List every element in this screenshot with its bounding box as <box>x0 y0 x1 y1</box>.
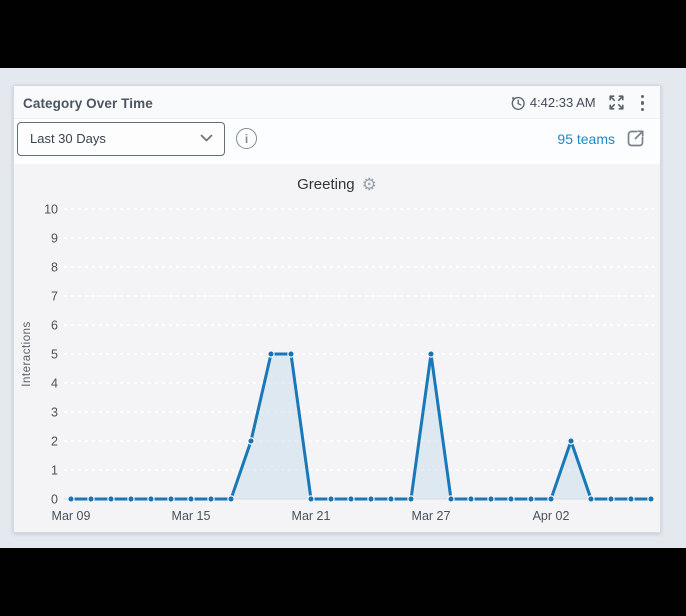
svg-text:7: 7 <box>51 289 58 303</box>
svg-text:Mar 21: Mar 21 <box>292 509 331 523</box>
svg-text:3: 3 <box>51 405 58 419</box>
svg-text:8: 8 <box>51 260 58 274</box>
date-range-select[interactable]: Last 30 Days <box>17 122 225 156</box>
svg-text:Mar 27: Mar 27 <box>412 509 451 523</box>
svg-text:10: 10 <box>44 202 58 216</box>
expand-icon <box>607 93 626 112</box>
svg-text:Apr 02: Apr 02 <box>533 509 570 523</box>
info-icon: i <box>245 133 248 145</box>
expand-button[interactable] <box>607 93 626 112</box>
chart-title: Greeting <box>297 176 355 193</box>
kebab-menu-icon <box>641 95 644 98</box>
category-over-time-panel: Category Over Time 4:42:33 AM <box>13 85 661 533</box>
last-updated-time: 4:42:33 AM <box>530 95 596 110</box>
info-button[interactable]: i <box>236 128 257 149</box>
panel-header: Category Over Time 4:42:33 AM <box>14 86 660 119</box>
chart-region: Greeting ⚙ 0 1 2 3 4 5 6 7 8 9 10 Interactions Mar 0… <box>14 164 660 532</box>
svg-text:9: 9 <box>51 231 58 245</box>
svg-text:1: 1 <box>51 463 58 477</box>
svg-text:Interactions: Interactions <box>21 321 33 386</box>
last-updated-group: 4:42:33 AM <box>510 95 596 111</box>
app-screen: Category Over Time 4:42:33 AM <box>0 0 686 616</box>
svg-text:5: 5 <box>51 347 58 361</box>
open-external-button[interactable] <box>624 127 647 150</box>
gear-icon[interactable]: ⚙ <box>362 176 377 193</box>
svg-text:Mar 09: Mar 09 <box>52 509 91 523</box>
svg-text:6: 6 <box>51 318 58 332</box>
category-line-chart: 0 1 2 3 4 5 6 7 8 9 10 Interactions Mar 09 Mar 15 Mar … <box>14 164 660 532</box>
chevron-down-icon <box>200 134 213 143</box>
bottom-black-bar <box>0 548 686 616</box>
teams-link[interactable]: 95 teams <box>557 131 615 147</box>
svg-text:2: 2 <box>51 434 58 448</box>
panel-header-actions: 4:42:33 AM <box>510 93 648 113</box>
svg-text:0: 0 <box>51 492 58 506</box>
panel-title: Category Over Time <box>23 96 153 111</box>
clock-history-icon <box>510 95 526 111</box>
top-black-bar <box>0 0 686 68</box>
kebab-menu-button[interactable] <box>637 93 648 113</box>
external-link-icon <box>624 127 647 150</box>
svg-text:Mar 15: Mar 15 <box>172 509 211 523</box>
date-range-value: Last 30 Days <box>30 131 106 146</box>
filter-row: Last 30 Days i 95 teams <box>14 119 660 164</box>
svg-text:4: 4 <box>51 376 58 390</box>
chart-title-row: Greeting ⚙ <box>14 176 660 193</box>
